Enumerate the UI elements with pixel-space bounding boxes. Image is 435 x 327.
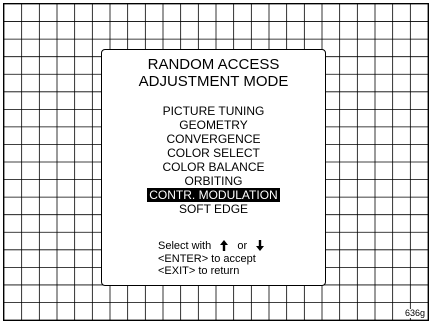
random-access-menu-panel: RANDOM ACCESS ADJUSTMENT MODE PICTURE TU…: [101, 49, 326, 286]
menu-item-contr-modulation[interactable]: CONTR. MODULATION: [147, 188, 280, 202]
help-exit-line: <EXIT> to return: [158, 265, 240, 277]
menu-item-soft-edge[interactable]: SOFT EDGE: [177, 202, 250, 216]
help-select-with: Select with: [158, 240, 212, 252]
menu-item-color-select[interactable]: COLOR SELECT: [165, 146, 262, 160]
menu-title-line-1: RANDOM ACCESS: [147, 56, 280, 73]
figure-reference-code: 636g: [403, 308, 426, 318]
menu-title-line-2: ADJUSTMENT MODE: [138, 73, 289, 90]
menu-item-geometry[interactable]: GEOMETRY: [177, 118, 249, 132]
menu-item-orbiting[interactable]: ORBITING: [182, 174, 244, 188]
menu-item-picture-tuning[interactable]: PICTURE TUNING: [161, 104, 267, 118]
help-or: or: [237, 240, 248, 252]
arrow-down-icon: [256, 240, 265, 251]
menu-list: PICTURE TUNING GEOMETRY CONVERGENCE COLO…: [102, 104, 325, 216]
help-select-line: Select with or: [158, 240, 270, 253]
arrow-up-icon: [220, 240, 229, 251]
help-text: Select with or <ENTER> to accept <EXIT> …: [158, 240, 270, 278]
convergence-grid-screen: RANDOM ACCESS ADJUSTMENT MODE PICTURE TU…: [3, 3, 429, 321]
menu-item-color-balance[interactable]: COLOR BALANCE: [160, 160, 266, 174]
menu-item-convergence[interactable]: CONVERGENCE: [164, 132, 262, 146]
help-enter-line: <ENTER> to accept: [158, 252, 256, 265]
